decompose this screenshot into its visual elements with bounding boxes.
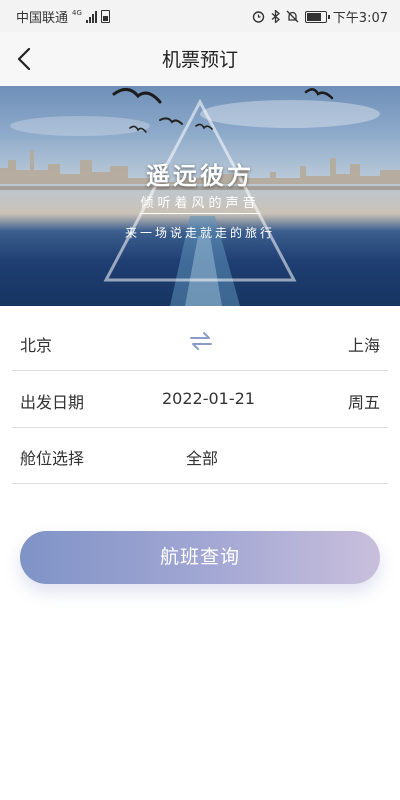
page-title: 机票预订	[161, 49, 238, 71]
departure-date-label: 出发日期	[20, 393, 85, 412]
banner-subtitle: 倾听着风的声音	[0, 192, 400, 214]
arrival-city[interactable]: 上海	[348, 332, 380, 356]
nav-bar: 机票预订	[0, 32, 400, 86]
banner-subtitle-text: 倾听着风的声音	[140, 196, 260, 214]
departure-weekday: 周五	[347, 393, 380, 412]
departure-date-value: 2022-01-21	[162, 389, 255, 408]
banner-image: 遥远彼方 倾听着风的声音 来一场说走就走的旅行	[0, 86, 400, 306]
cabin-value: 全部	[186, 449, 219, 468]
mute-icon	[286, 10, 299, 23]
alarm-icon	[252, 11, 264, 23]
departure-date-row[interactable]: 出发日期 2022-01-21 周五	[12, 371, 388, 428]
carrier-name: 中国联通	[16, 11, 69, 26]
banner-title: 遥远彼方	[146, 162, 254, 190]
route-row: 北京 上海	[12, 314, 388, 371]
signal-icon	[85, 10, 97, 23]
status-left: 中国联通 4G	[16, 7, 110, 26]
battery-saver-icon	[100, 10, 110, 23]
flight-search-button[interactable]: 航班查询	[20, 531, 380, 584]
cabin-label: 舱位选择	[20, 449, 85, 468]
battery-icon	[304, 10, 330, 23]
status-right: 下午3:07	[252, 7, 388, 26]
network-type: 4G	[72, 8, 82, 17]
status-bar: 中国联通 4G 下午3:07	[0, 0, 400, 32]
swap-cities-button[interactable]	[188, 330, 214, 352]
bluetooth-icon	[271, 10, 280, 23]
banner-tagline: 来一场说走就走的旅行	[124, 226, 275, 240]
departure-city[interactable]: 北京	[20, 332, 52, 356]
swap-arrows-icon	[190, 332, 212, 350]
cabin-row[interactable]: 舱位选择 全部	[12, 427, 388, 484]
status-time: 下午3:07	[332, 11, 388, 26]
